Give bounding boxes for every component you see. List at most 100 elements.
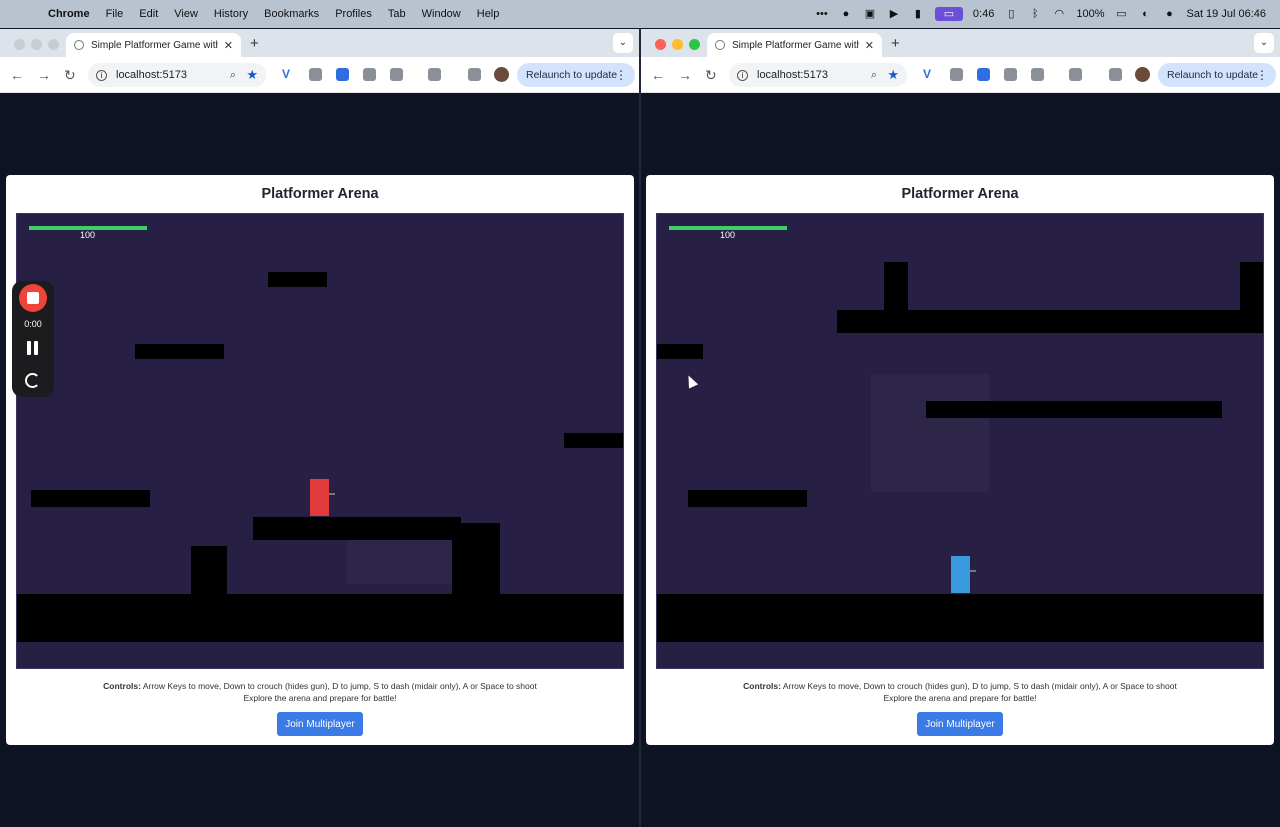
tab-search-button[interactable]: ⌄	[1254, 33, 1274, 53]
new-tab-button[interactable]: +	[250, 35, 259, 52]
game-canvas[interactable]: 100	[656, 213, 1264, 669]
minimize-window-button[interactable]	[31, 39, 42, 50]
site-info-icon[interactable]: i	[737, 69, 748, 81]
app-icon[interactable]: ▮	[911, 7, 925, 21]
vue-devtools-icon[interactable]: V	[282, 67, 295, 81]
minimize-window-button[interactable]	[672, 39, 683, 50]
close-window-button[interactable]	[655, 39, 666, 50]
platform	[135, 344, 224, 359]
bookmark-star-icon[interactable]: ★	[246, 67, 258, 83]
player-gun	[329, 493, 335, 495]
bug-icon[interactable]	[1004, 68, 1017, 81]
bg-shade	[871, 374, 989, 492]
menu-window[interactable]: Window	[414, 8, 469, 20]
platform	[31, 490, 150, 507]
screen-capture-icon[interactable]: ▣	[863, 7, 877, 21]
wifi-icon[interactable]: ◠	[1052, 7, 1066, 21]
tab-search-button[interactable]: ⌄	[613, 33, 633, 53]
profile-avatar[interactable]	[1135, 67, 1150, 82]
stop-recording-icon[interactable]	[19, 284, 47, 312]
more-icon[interactable]: •••	[815, 7, 829, 21]
reload-icon[interactable]: ↻	[64, 67, 76, 84]
menu-file[interactable]: File	[98, 8, 132, 20]
ground-floor	[657, 594, 1263, 642]
menu-dots-icon[interactable]: ⋮	[615, 68, 627, 82]
menu-profiles[interactable]: Profiles	[327, 8, 380, 20]
tab-title: Simple Platformer Game with	[732, 39, 859, 51]
menu-bookmarks[interactable]: Bookmarks	[256, 8, 327, 20]
forward-icon[interactable]: →	[37, 67, 51, 83]
menu-dots-icon[interactable]: ⋮	[1256, 68, 1268, 82]
close-tab-icon[interactable]: ✕	[865, 39, 874, 52]
browser-tab[interactable]: Simple Platformer Game with ✕	[707, 33, 882, 57]
trash-icon[interactable]: ▯	[1004, 7, 1018, 21]
url-text[interactable]: localhost:5173	[757, 69, 828, 81]
relaunch-label: Relaunch to update	[1167, 69, 1259, 81]
back-icon[interactable]: ←	[651, 67, 665, 83]
pause-icon[interactable]	[27, 341, 39, 355]
vue-devtools-icon[interactable]: V	[923, 67, 936, 81]
timer-text[interactable]: 0:46	[973, 8, 994, 20]
close-tab-icon[interactable]: ✕	[224, 39, 233, 52]
bookmark-star-icon[interactable]: ★	[887, 67, 899, 83]
tab-bar: Simple Platformer Game with ✕ + ⌄	[641, 29, 1280, 57]
puzzle-icon[interactable]	[390, 68, 403, 81]
profile-avatar[interactable]	[494, 67, 509, 82]
menu-history[interactable]: History	[206, 8, 256, 20]
puzzle-icon[interactable]	[1031, 68, 1044, 81]
bluetooth-icon[interactable]: ᛒ	[1028, 7, 1042, 21]
battery-icon[interactable]: ▭	[1114, 7, 1128, 21]
back-icon[interactable]: ←	[10, 67, 24, 83]
menu-edit[interactable]: Edit	[131, 8, 166, 20]
game-canvas[interactable]: 100	[16, 213, 624, 669]
extension-icon[interactable]	[977, 68, 990, 81]
reading-list-icon[interactable]	[468, 68, 481, 81]
join-multiplayer-button[interactable]: Join Multiplayer	[917, 712, 1003, 736]
menu-tab[interactable]: Tab	[380, 8, 414, 20]
zoom-icon[interactable]: ⌕	[871, 69, 877, 82]
extension-icon[interactable]	[336, 68, 349, 81]
browser-window-right: Simple Platformer Game with ✕ + ⌄ ← → ↻ …	[641, 29, 1280, 827]
relaunch-button[interactable]: Relaunch to update ⋮	[517, 63, 635, 87]
platform	[564, 433, 623, 448]
url-text[interactable]: localhost:5173	[116, 69, 187, 81]
battery-percent[interactable]: 100%	[1076, 8, 1104, 20]
window-controls	[655, 39, 700, 50]
extension-icon[interactable]	[950, 68, 963, 81]
restart-icon[interactable]	[25, 373, 40, 388]
zoom-icon[interactable]: ⌕	[230, 69, 236, 82]
browser-toolbar: ← → ↻ i localhost:5173 ⌕ ★ V Relaunch to…	[641, 57, 1280, 93]
controls-label: Controls:	[743, 681, 781, 691]
menu-help[interactable]: Help	[469, 8, 508, 20]
browser-tab[interactable]: Simple Platformer Game with ✕	[66, 33, 241, 57]
platform	[837, 310, 1263, 333]
siri-icon[interactable]: ●	[1162, 7, 1176, 21]
reading-list-icon[interactable]	[1109, 68, 1122, 81]
date-time[interactable]: Sat 19 Jul 06:46	[1186, 8, 1266, 20]
reload-icon[interactable]: ↻	[705, 67, 717, 84]
control-center-icon[interactable]: ◐	[1138, 7, 1152, 21]
cast-icon[interactable]	[428, 68, 441, 81]
zoom-window-button[interactable]	[689, 39, 700, 50]
address-bar[interactable]: i localhost:5173 ⌕ ★	[88, 63, 266, 87]
health-value: 100	[80, 230, 96, 240]
screen-share-icon[interactable]: ▭	[934, 7, 963, 21]
new-tab-button[interactable]: +	[891, 35, 900, 52]
menu-view[interactable]: View	[166, 8, 206, 20]
close-window-button[interactable]	[14, 39, 25, 50]
wall-block	[884, 262, 908, 312]
relaunch-button[interactable]: Relaunch to update ⋮	[1158, 63, 1276, 87]
zoom-window-button[interactable]	[48, 39, 59, 50]
play-icon[interactable]: ▶	[887, 7, 901, 21]
extension-icon[interactable]	[309, 68, 322, 81]
forward-icon[interactable]: →	[678, 67, 692, 83]
menu-app-name[interactable]: Chrome	[40, 8, 98, 20]
microphone-icon[interactable]: ●	[839, 7, 853, 21]
bug-icon[interactable]	[363, 68, 376, 81]
cast-icon[interactable]	[1069, 68, 1082, 81]
address-bar[interactable]: i localhost:5173 ⌕ ★	[729, 63, 907, 87]
join-multiplayer-button[interactable]: Join Multiplayer	[277, 712, 363, 736]
browser-toolbar: ← → ↻ i localhost:5173 ⌕ ★ V Relaunch to…	[0, 57, 639, 93]
player-character	[310, 479, 329, 516]
site-info-icon[interactable]: i	[96, 69, 107, 81]
